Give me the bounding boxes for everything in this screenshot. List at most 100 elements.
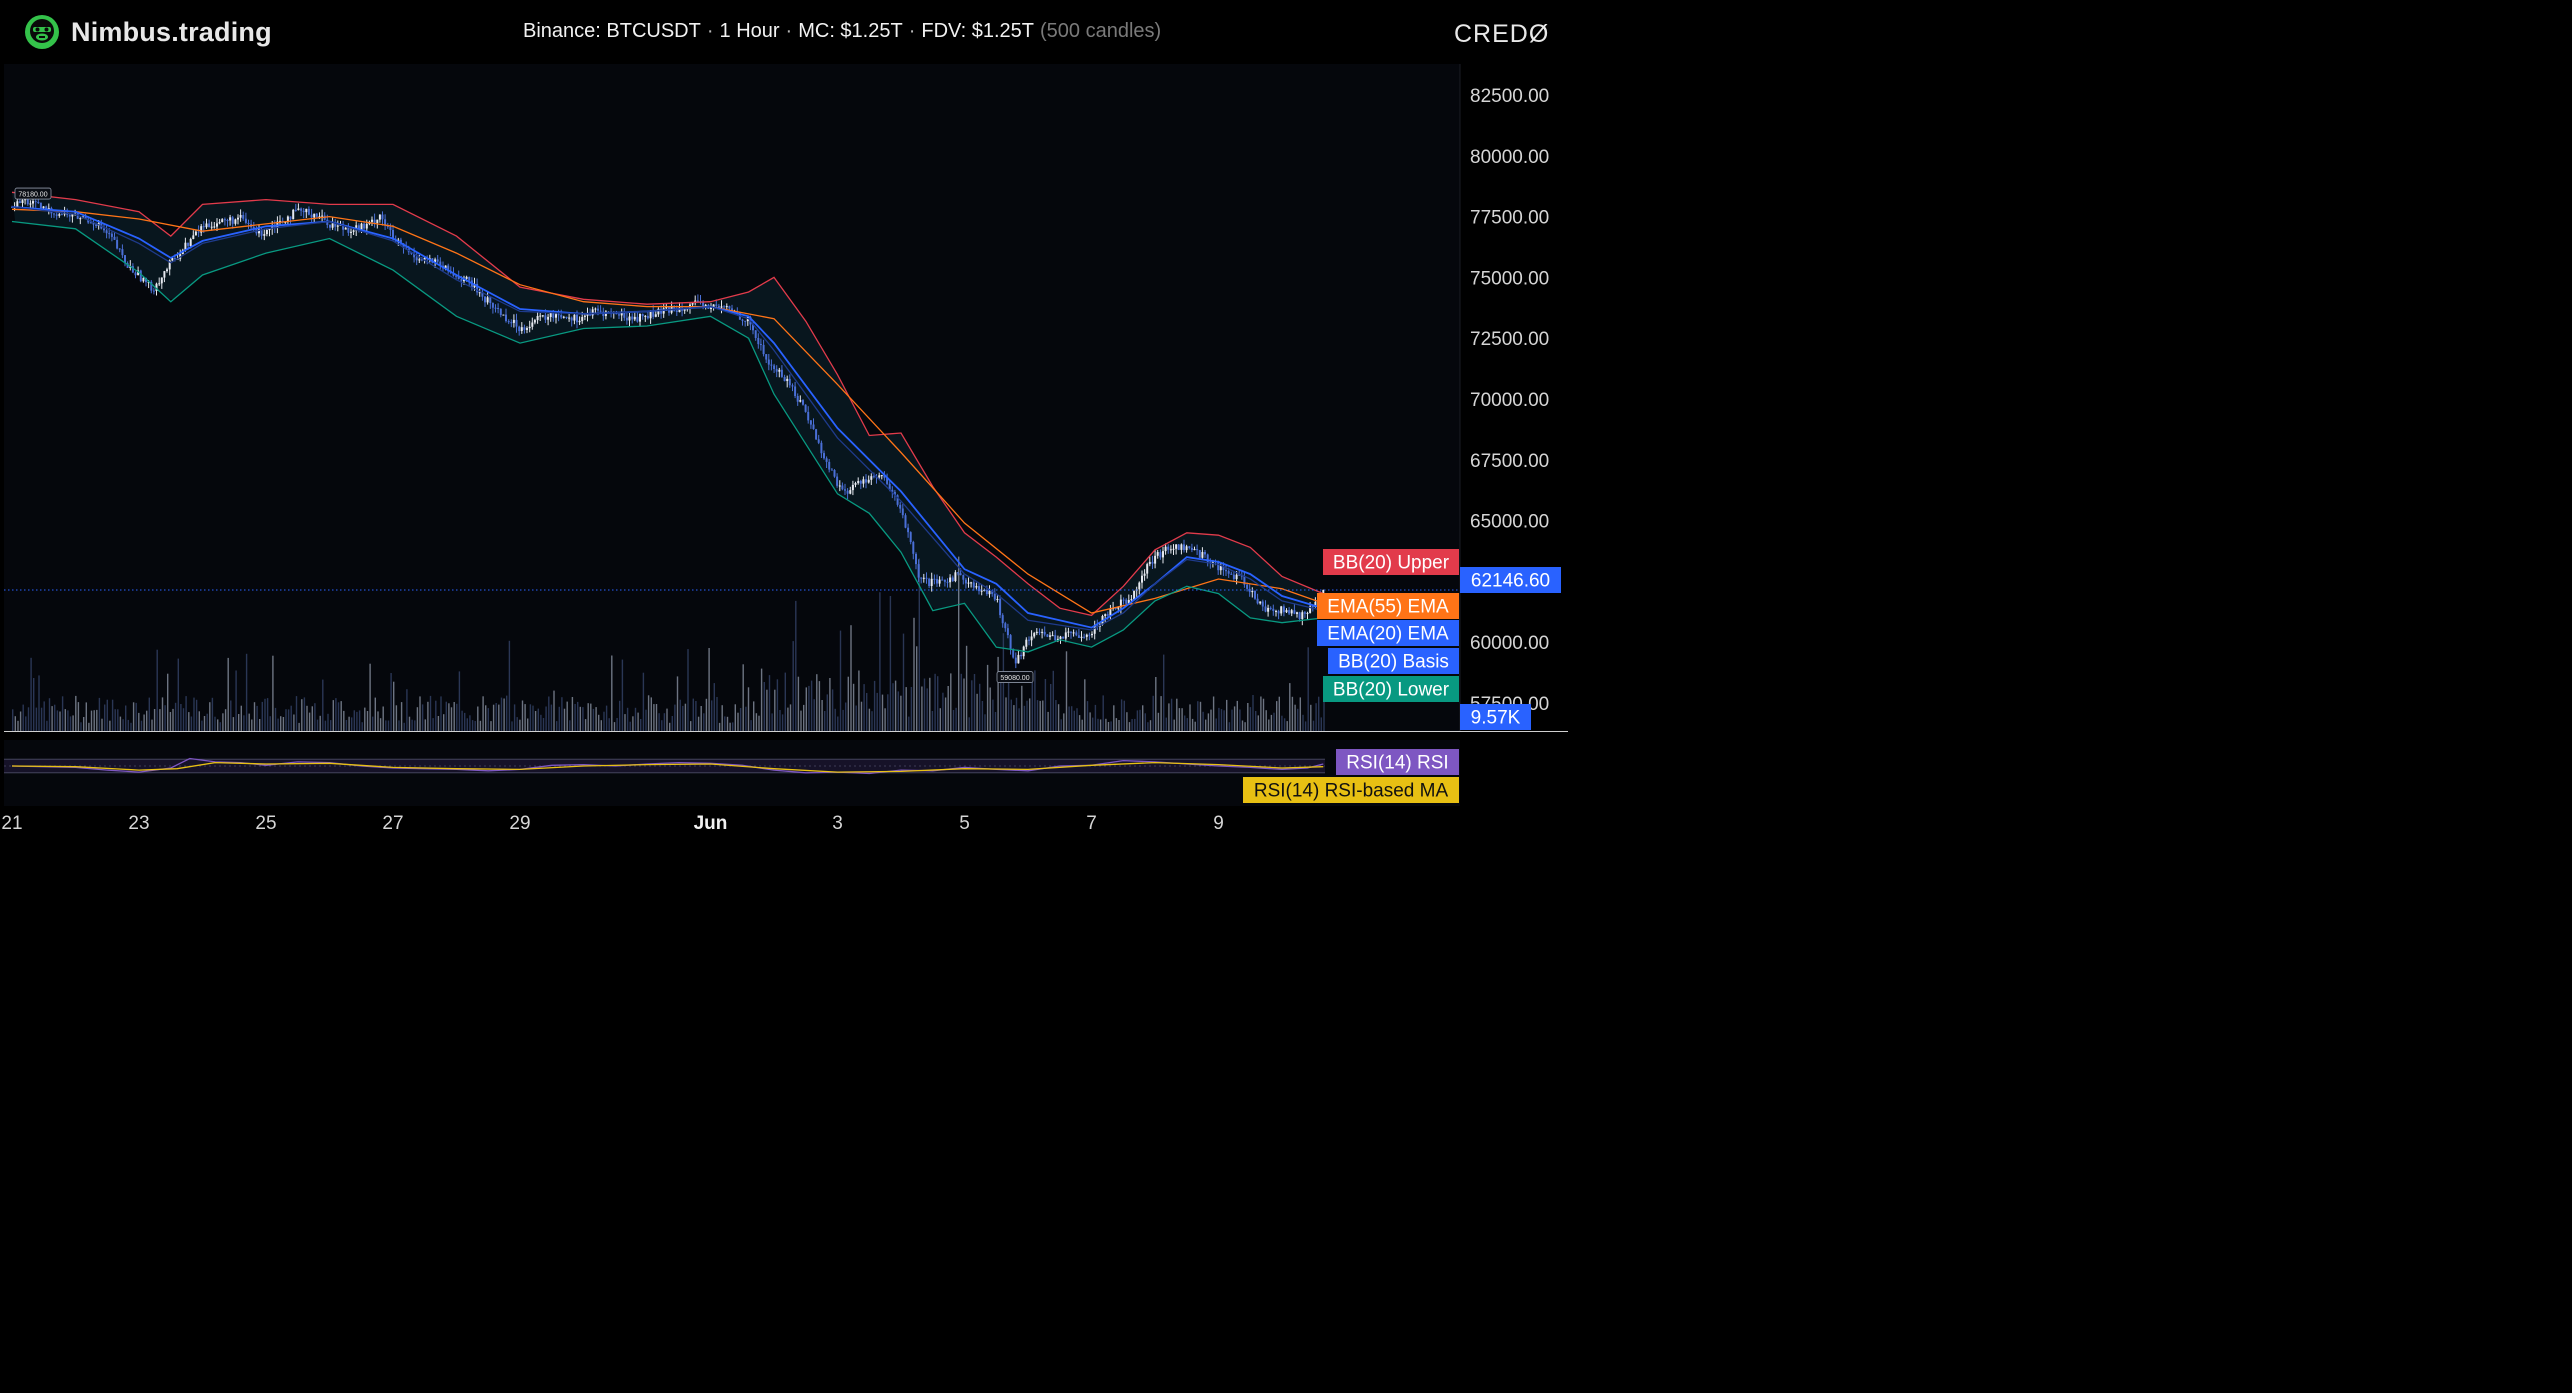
candle-body: [1104, 614, 1107, 616]
candle-body: [917, 564, 920, 578]
volume-bar: [684, 703, 687, 731]
volume-bar: [700, 706, 702, 731]
candle-body: [633, 316, 636, 320]
x-tick-label: 29: [509, 813, 530, 834]
candle-body: [329, 225, 331, 228]
x-tick-label: 21: [1, 813, 22, 834]
candle-body: [1033, 633, 1036, 637]
volume-bar: [180, 704, 182, 731]
candle-body: [1288, 610, 1291, 614]
volume-bar: [1257, 715, 1259, 731]
candle-body: [1122, 599, 1125, 601]
candle-body: [189, 239, 192, 246]
y-tick-label: 77500.00: [1470, 208, 1549, 229]
legend-ema55: EMA(55) EMA: [1327, 597, 1449, 618]
volume-bar: [690, 721, 692, 731]
candle-body: [1004, 623, 1007, 629]
candle-body: [205, 223, 208, 228]
volume-bar: [921, 686, 923, 731]
volume-bar: [645, 709, 647, 731]
y-tick-label: 65000.00: [1470, 512, 1549, 533]
candle-body: [58, 214, 61, 216]
candle-body: [1264, 606, 1267, 612]
volume-bar: [132, 702, 135, 731]
candle-body: [581, 317, 584, 321]
candle-body: [116, 239, 119, 249]
candle-body: [226, 220, 229, 221]
volume-bar: [750, 720, 752, 731]
candle-body: [962, 575, 965, 580]
candle-body: [1143, 573, 1146, 576]
volume-bar: [358, 710, 361, 731]
candle-body: [465, 276, 468, 279]
candle-body: [1030, 636, 1033, 641]
brand[interactable]: Nimbus.trading: [24, 14, 272, 50]
candle-body: [696, 300, 699, 302]
volume-bar: [1276, 701, 1278, 731]
volume-bar: [963, 678, 965, 731]
volume-bar: [884, 708, 886, 731]
volume-bar: [27, 707, 30, 731]
volume-bar: [303, 697, 306, 731]
candle-body: [242, 215, 245, 219]
volume-bar: [858, 670, 860, 731]
candle-body: [631, 316, 634, 320]
volume-bar: [545, 706, 547, 731]
candle-body: [1001, 615, 1004, 624]
candle-body: [802, 400, 804, 405]
candle-body: [1062, 636, 1065, 639]
volume-bar: [43, 701, 45, 731]
candle-body: [1154, 555, 1157, 564]
volume-bar: [117, 709, 119, 731]
volume-bar: [808, 685, 810, 731]
candle-body: [1072, 632, 1075, 634]
candle-body: [1217, 561, 1220, 571]
candle-body: [1190, 547, 1193, 550]
volume-bar: [697, 716, 700, 731]
candle-body: [951, 577, 954, 581]
candle-body: [381, 214, 384, 220]
candle-body: [302, 210, 305, 213]
volume-bar: [30, 657, 32, 731]
candle-body: [988, 591, 991, 595]
volume-bar: [427, 701, 429, 731]
candle-body: [972, 582, 975, 588]
volume-bar: [1297, 708, 1299, 731]
candle-body: [920, 577, 923, 579]
candle-body: [460, 279, 463, 282]
volume-bar: [855, 705, 857, 731]
volume-bar: [800, 710, 802, 731]
volume-bar: [1278, 696, 1280, 731]
candle-body: [980, 590, 983, 592]
volume-bar: [1181, 708, 1183, 731]
volume-bar: [934, 673, 936, 731]
x-tick-label: 23: [128, 813, 149, 834]
candle-body: [846, 490, 849, 494]
candle-body: [770, 364, 773, 366]
volume-bar: [584, 719, 587, 731]
volume-bar: [992, 699, 994, 731]
volume-bar: [198, 711, 200, 731]
price-chart[interactable]: 82500.00 80000.00 77500.00 75000.00 72500.00…: [0, 64, 1568, 849]
candle-body: [331, 223, 334, 228]
volume-bar: [146, 710, 148, 731]
candle-body: [1133, 590, 1136, 600]
volume-bar: [1029, 698, 1031, 731]
volume-bar: [758, 715, 760, 731]
volume-bar: [779, 710, 781, 731]
volume-bar: [1260, 696, 1262, 731]
volume-bar: [295, 696, 298, 731]
candle-body: [859, 481, 862, 484]
volume-bar: [655, 704, 658, 731]
candle-body: [389, 226, 392, 230]
volume-bar: [106, 699, 108, 731]
chart-area[interactable]: 82500.00 80000.00 77500.00 75000.00 72500.00…: [0, 64, 1568, 849]
volume-bar: [109, 720, 111, 731]
volume-bar: [1323, 697, 1325, 731]
volume-bar: [965, 645, 968, 731]
candle-body: [507, 321, 510, 323]
candle-body: [555, 314, 557, 318]
volume-bar: [46, 720, 48, 731]
candle-body: [862, 479, 865, 484]
volume-bar: [1273, 712, 1275, 731]
